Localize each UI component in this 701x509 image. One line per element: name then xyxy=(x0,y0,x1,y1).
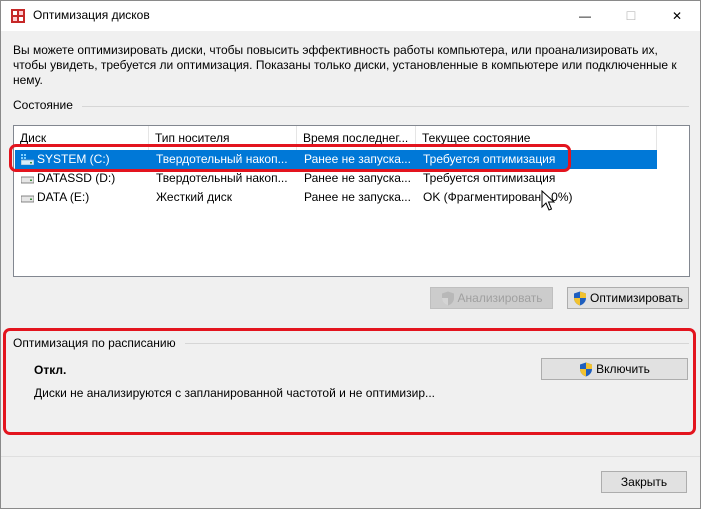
minimize-icon: — xyxy=(579,8,591,23)
drive-last-run: Ранее не запуска... xyxy=(304,190,411,204)
close-window-button[interactable]: ✕ xyxy=(654,0,700,31)
close-button[interactable]: Закрыть xyxy=(601,471,687,493)
drive-icon xyxy=(21,176,34,184)
drive-media-type: Жесткий диск xyxy=(156,190,233,204)
uac-shield-icon xyxy=(574,291,587,305)
uac-shield-icon xyxy=(441,291,454,305)
drive-row-data[interactable]: DATA (E:) Жесткий диск Ранее не запуска.… xyxy=(15,188,657,207)
maximize-icon: ☐ xyxy=(625,8,637,23)
status-section-label: Состояние xyxy=(13,98,73,112)
footer-divider xyxy=(0,456,701,457)
highlight-system-row xyxy=(9,144,571,172)
maximize-button[interactable]: ☐ xyxy=(608,0,654,31)
drive-name: DATA (E:) xyxy=(37,190,90,204)
description-text: Вы можете оптимизировать диски, чтобы по… xyxy=(13,43,677,87)
close-icon: ✕ xyxy=(671,8,683,23)
title-bar: Оптимизация дисков — ☐ ✕ xyxy=(0,0,701,31)
highlight-schedule-section xyxy=(3,328,696,435)
optimize-button[interactable]: Оптимизировать xyxy=(567,287,689,309)
close-button-label: Закрыть xyxy=(620,475,668,489)
status-section-divider xyxy=(82,106,689,107)
analyze-button[interactable]: Анализировать xyxy=(430,287,553,309)
defrag-app-icon xyxy=(11,9,25,23)
mouse-cursor-icon xyxy=(541,190,555,211)
optimize-button-label: Оптимизировать xyxy=(590,291,683,305)
window-title: Оптимизация дисков xyxy=(33,8,150,22)
drive-status: OK (Фрагментировано 0%) xyxy=(423,190,573,204)
minimize-button[interactable]: — xyxy=(562,0,608,31)
drive-icon xyxy=(21,195,34,203)
analyze-button-label: Анализировать xyxy=(457,291,543,305)
